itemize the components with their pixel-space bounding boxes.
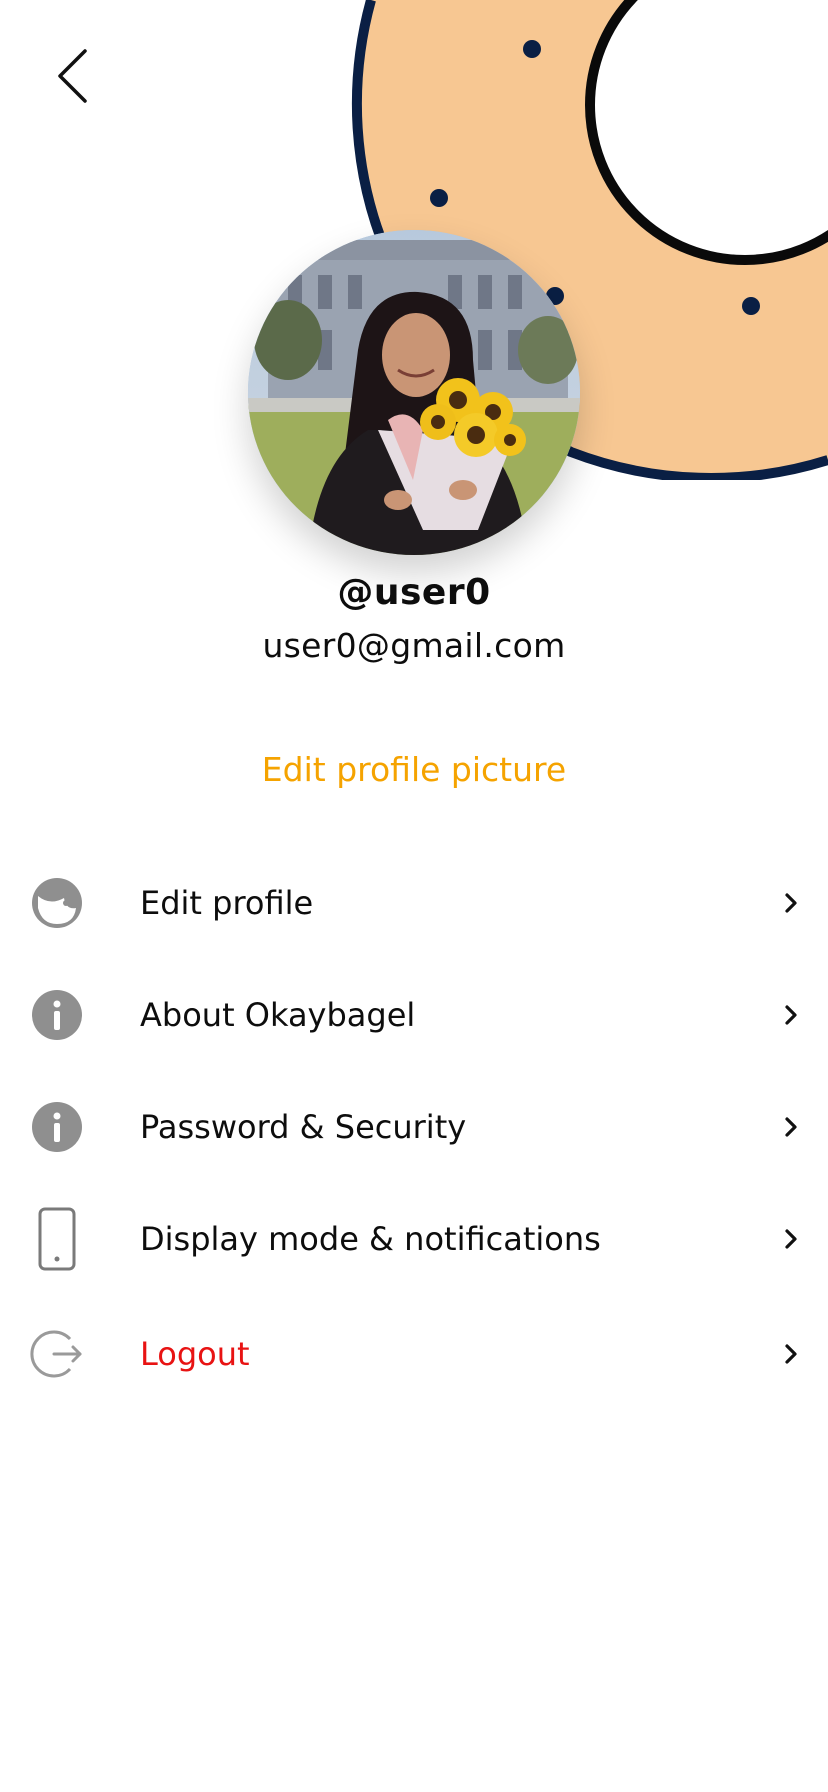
email: user0@gmail.com <box>262 626 566 665</box>
chevron-right-icon <box>780 1001 802 1029</box>
chevron-right-icon <box>780 1340 802 1368</box>
menu-item-password-security[interactable]: Password & Security <box>0 1071 828 1183</box>
menu-item-about[interactable]: About Okaybagel <box>0 959 828 1071</box>
info-icon <box>30 988 84 1042</box>
chevron-right-icon <box>780 889 802 917</box>
menu-item-label: Display mode & notifications <box>140 1220 601 1258</box>
face-icon <box>30 876 84 930</box>
chevron-left-icon <box>58 49 87 103</box>
settings-menu: Edit profile About Okaybagel Password & … <box>0 847 828 1413</box>
menu-item-label: About Okaybagel <box>140 996 416 1034</box>
chevron-right-icon <box>780 1113 802 1141</box>
menu-item-label: Edit profile <box>140 884 314 922</box>
back-button[interactable] <box>40 38 104 114</box>
bagel-seed <box>742 297 760 315</box>
chevron-right-icon <box>780 1225 802 1253</box>
bagel-seed <box>523 40 541 58</box>
profile-screen: @user0 user0@gmail.com Edit profile pict… <box>0 0 828 1792</box>
menu-item-edit-profile[interactable]: Edit profile <box>0 847 828 959</box>
menu-item-logout[interactable]: Logout <box>0 1295 828 1413</box>
menu-item-label: Password & Security <box>140 1108 467 1146</box>
menu-item-display-notifications[interactable]: Display mode & notifications <box>0 1183 828 1295</box>
username: @user0 <box>337 572 491 613</box>
info-icon <box>30 1100 84 1154</box>
phone-icon <box>30 1207 84 1271</box>
menu-item-label: Logout <box>140 1335 250 1373</box>
profile-photo <box>248 230 580 555</box>
bagel-seed <box>430 189 448 207</box>
avatar <box>248 230 580 555</box>
edit-profile-picture-link[interactable]: Edit profile picture <box>0 750 828 789</box>
logout-icon <box>30 1327 84 1381</box>
